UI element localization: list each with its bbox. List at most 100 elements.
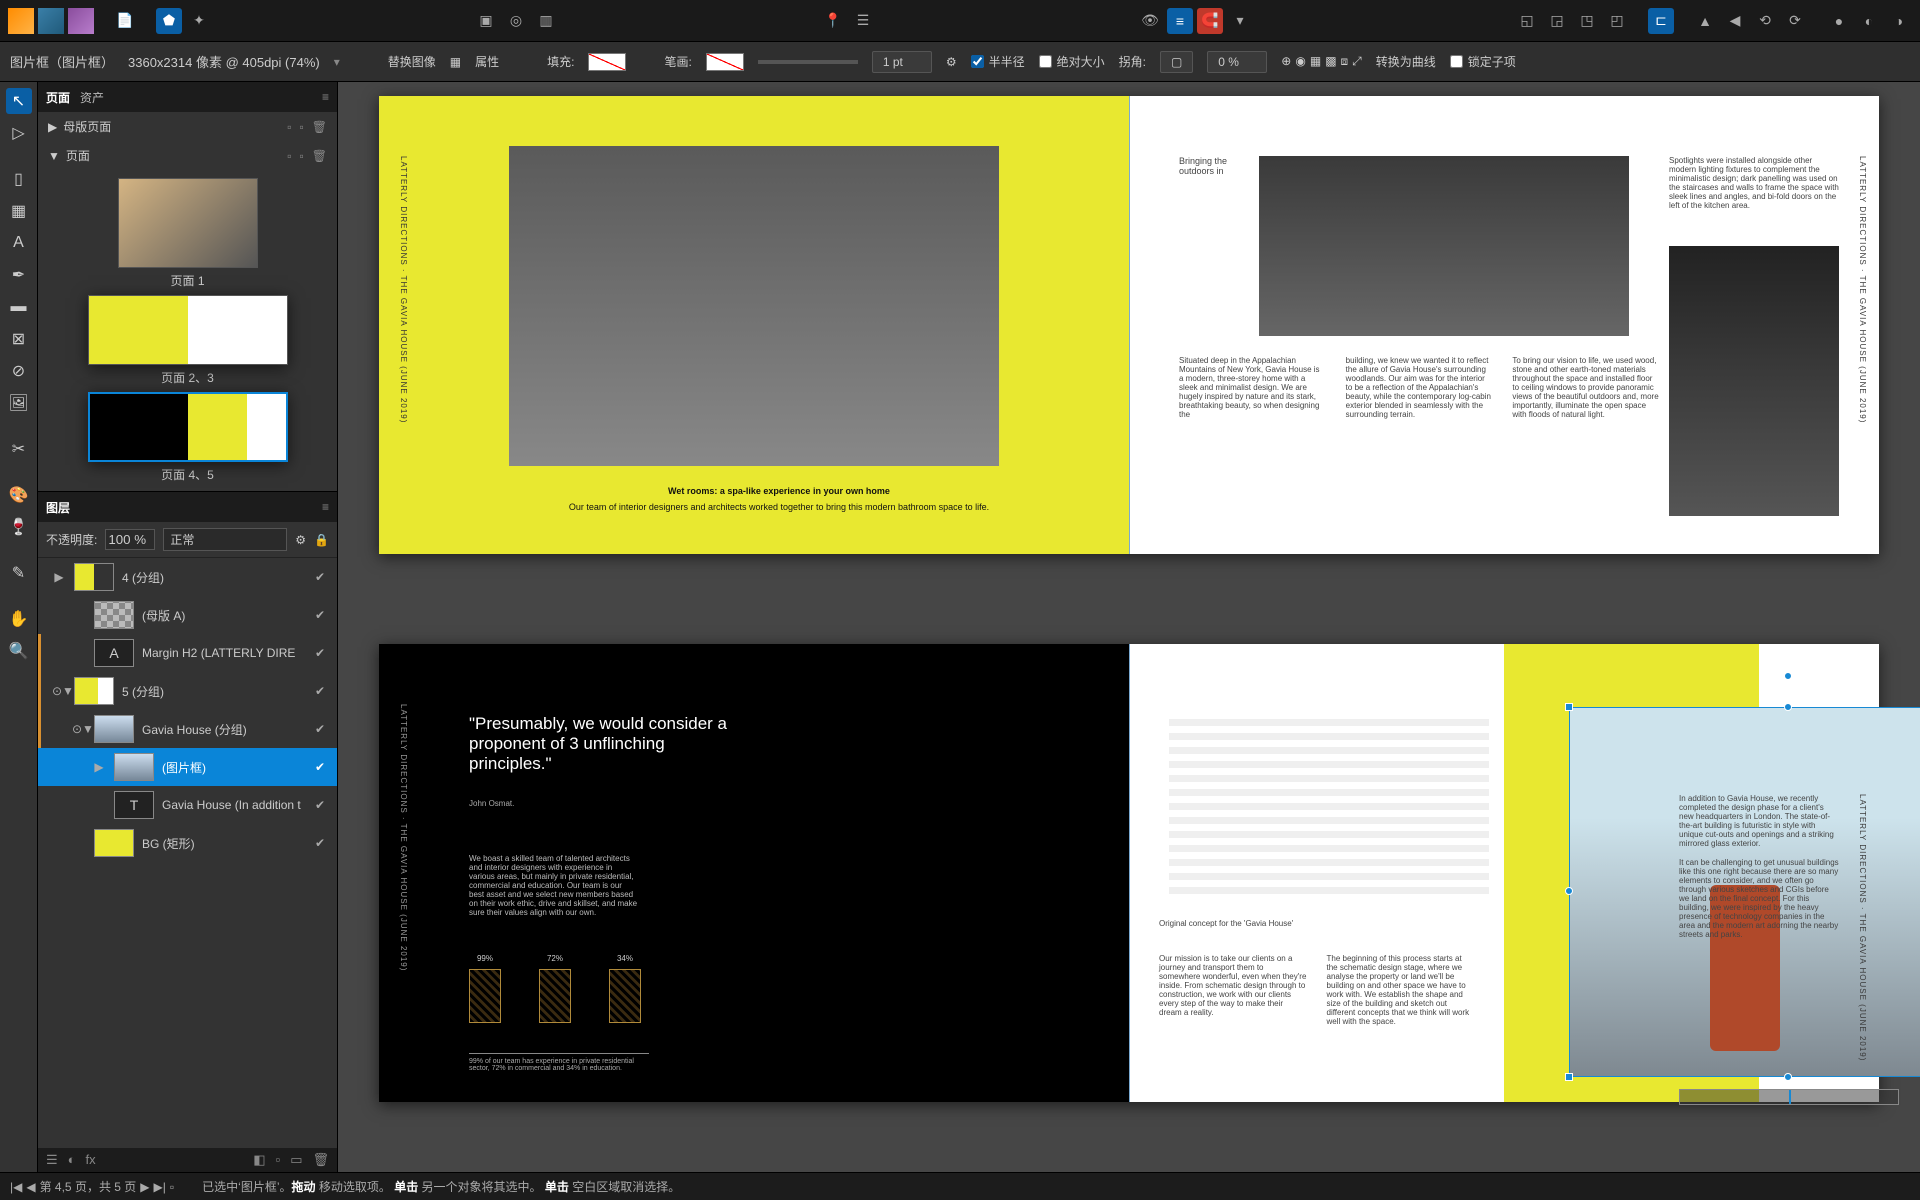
arrange-front-icon[interactable]: ◰ [1604,8,1630,34]
stroke-width-slider[interactable] [758,60,858,64]
snapopts-icon[interactable]: ▾ [1227,8,1253,34]
layer-row[interactable]: A Margin H2 (LATTERLY DIRE ✔ [38,634,337,672]
blend-mode-select[interactable]: 正常 [163,528,287,551]
layer-delete-icon[interactable]: 🗑 [312,1152,329,1168]
layer-toggle[interactable]: ▶ [52,570,66,584]
visibility-check-icon[interactable]: ✔ [315,722,331,736]
image-frame-slider[interactable] [1679,1089,1899,1105]
artistic-text-tool[interactable]: A [6,230,32,256]
node-tool[interactable]: ▷ [6,120,32,146]
page-dup-icon[interactable]: ▫ [300,149,304,163]
eyedropper-tool[interactable]: ✎ [6,560,32,586]
layer-group-icon[interactable]: ▭ [290,1152,302,1168]
addon-icon[interactable]: ✦ [186,8,212,34]
layer-toggle[interactable]: ⊙▼ [52,684,66,698]
page-thumb-4-5[interactable]: 页面 4、5 [88,392,288,483]
layer-row[interactable]: ⊙▼ 5 (分组) ✔ [38,672,337,710]
arrange-back-icon[interactable]: ◱ [1514,8,1540,34]
visibility-check-icon[interactable]: ✔ [315,646,331,660]
pen-tool[interactable]: ✒ [6,262,32,288]
corner-type[interactable]: ▢ [1160,51,1193,73]
viewmode-1-icon[interactable]: ▣ [473,8,499,34]
viewmode-3-icon[interactable]: ▥ [533,8,559,34]
align-left-icon[interactable]: ⊏ [1648,8,1674,34]
layer-row[interactable]: ⊙▼ Gavia House (分组) ✔ [38,710,337,748]
ellipse-tool[interactable]: ⊘ [6,358,32,384]
fit-4-icon[interactable]: ▩ [1325,54,1336,69]
pin-icon[interactable]: 📍 [820,8,846,34]
visibility-check-icon[interactable]: ✔ [315,608,331,622]
panel-menu-icon[interactable]: ≡ [322,90,329,104]
page-del-icon[interactable]: 🗑 [312,149,327,163]
page-thumb-1[interactable]: 页面 1 [118,178,258,289]
layer-lock-icon[interactable]: 🔒 [314,533,329,547]
props-label[interactable]: 属性 [475,53,499,70]
opacity-input[interactable] [105,529,155,550]
zoom-tool[interactable]: 🔍 [6,638,32,664]
nav-last-icon[interactable]: ▶| [154,1180,166,1194]
visibility-check-icon[interactable]: ✔ [315,836,331,850]
open-icon[interactable]: 📄 [112,8,138,34]
to-curve-button[interactable]: 转换为曲线 [1376,53,1436,70]
clip-icon[interactable]: ≡ [1167,8,1193,34]
layer-row[interactable]: T Gavia House (In addition t ✔ [38,786,337,824]
layer-new-icon[interactable]: ▫ [276,1152,281,1168]
s2-image-1[interactable] [1259,156,1629,336]
nav-list-icon[interactable]: ▫ [170,1180,174,1194]
place-image-tool[interactable]: 🖼 [6,390,32,416]
tab-assets[interactable]: 资产 [80,89,104,106]
half-radius-checkbox[interactable]: 半半径 [971,53,1025,70]
layers-stack-icon[interactable]: ☰ [46,1152,58,1168]
arrange-forward-icon[interactable]: ◳ [1574,8,1600,34]
s2-image-2[interactable] [1669,246,1839,516]
trash-icon[interactable]: 🗑 [312,120,327,134]
rectangle-tool[interactable]: ▬ [6,294,32,320]
lock-children-checkbox[interactable]: 锁定子项 [1450,53,1516,70]
snap-icon[interactable]: 🧲 [1197,8,1223,34]
photo-persona-icon[interactable] [68,8,94,34]
page-add-icon[interactable]: ▫ [287,149,291,163]
visibility-check-icon[interactable]: ✔ [315,798,331,812]
table-tool[interactable]: ▦ [6,198,32,224]
replace-image-button[interactable]: 替换图像 [388,53,436,70]
page-navigator[interactable]: |◀ ◀ 第 4,5 页，共 5 页 ▶ ▶| ▫ [10,1178,174,1195]
preview-icon[interactable]: 👁 [1137,8,1163,34]
layer-gear-icon[interactable]: ⚙ [295,533,306,547]
publisher-persona-icon[interactable] [8,8,34,34]
designer-persona-icon[interactable] [38,8,64,34]
transparency-tool[interactable]: 🍷 [6,514,32,540]
viewmode-2-icon[interactable]: ◎ [503,8,529,34]
props-icon[interactable]: ▦ [450,55,461,69]
pages-row[interactable]: ▼页面 ▫▫🗑 [38,141,337,170]
stroke-width-input[interactable]: 1 pt [872,51,932,73]
nav-first-icon[interactable]: |◀ [10,1180,22,1194]
fit-3-icon[interactable]: ▦ [1310,54,1321,69]
layer-row[interactable]: (母版 A) ✔ [38,596,337,634]
fill-swatch[interactable] [588,53,626,71]
s1-image[interactable] [509,146,999,466]
preflight-icon[interactable]: ⬟ [156,8,182,34]
text-frame-tool[interactable]: ▯ [6,166,32,192]
fit-2-icon[interactable]: ◉ [1295,54,1305,69]
visibility-check-icon[interactable]: ✔ [315,684,331,698]
stroke-swatch[interactable] [706,53,744,71]
spread-4-5[interactable]: LATTERLY DIRECTIONS · THE GAVIA HOUSE (J… [379,644,1879,1102]
bool-sub-icon[interactable]: ◐ [1856,8,1882,34]
rotate-ccw-icon[interactable]: ⟲ [1752,8,1778,34]
flip-v-icon[interactable]: ◀ [1722,8,1748,34]
bool-int-icon[interactable]: ◑ [1886,8,1912,34]
fill-tool[interactable]: 🎨 [6,482,32,508]
nav-next-icon[interactable]: ▶ [140,1180,149,1194]
gear-icon[interactable]: ⚙ [946,55,957,69]
bool-add-icon[interactable]: ● [1826,8,1852,34]
rotate-cw-icon[interactable]: ⟳ [1782,8,1808,34]
layer-adjust-icon[interactable]: ◧ [253,1152,265,1168]
layers-menu-icon[interactable]: ≡ [322,500,329,514]
nav-prev-icon[interactable]: ◀ [26,1180,35,1194]
layer-fx-icon[interactable]: fx [86,1152,96,1168]
layer-toggle[interactable]: ▶ [92,760,106,774]
fit-5-icon[interactable]: ⧈ [1341,54,1349,69]
abs-size-checkbox[interactable]: 绝对大小 [1039,53,1105,70]
layer-row[interactable]: ▶ 4 (分组) ✔ [38,558,337,596]
picture-frame-tool[interactable]: ⊠ [6,326,32,352]
